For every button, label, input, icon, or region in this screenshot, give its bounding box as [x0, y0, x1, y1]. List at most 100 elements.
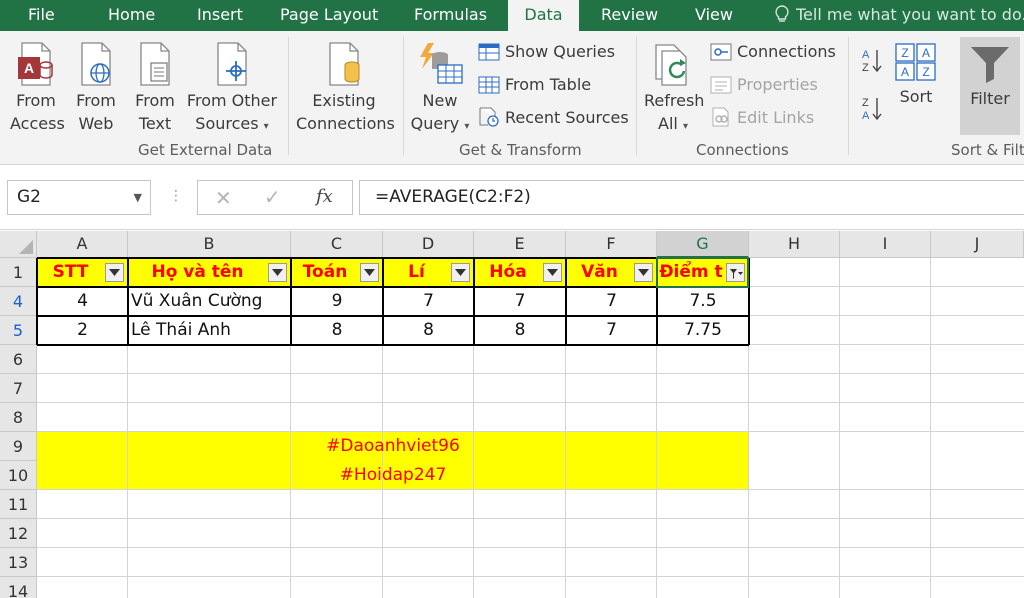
- edit-links-button[interactable]: Edit Links: [710, 106, 814, 130]
- ribbon: A From Access From Web From Text From Ot…: [0, 31, 1024, 165]
- tab-home[interactable]: Home: [108, 0, 155, 31]
- table-header-cell[interactable]: Văn: [566, 258, 633, 287]
- tab-page-layout[interactable]: Page Layout: [280, 0, 378, 31]
- from-other-sources-button[interactable]: From Other Sources ▾: [186, 41, 278, 138]
- banner-text[interactable]: #Daoanhviet96: [37, 432, 749, 461]
- row-header-4[interactable]: 4: [0, 287, 37, 316]
- column-header-g[interactable]: G: [657, 231, 749, 258]
- show-queries-button[interactable]: Show Queries: [478, 40, 615, 64]
- filter-dropdown-icon[interactable]: [634, 263, 653, 282]
- row-header-11[interactable]: 11: [0, 490, 37, 519]
- table-cell[interactable]: 7: [383, 287, 474, 316]
- row-header-12[interactable]: 12: [0, 519, 37, 548]
- table-cell[interactable]: Lê Thái Anh: [131, 316, 291, 345]
- table-cell[interactable]: 8: [291, 316, 383, 345]
- row-header-13[interactable]: 13: [0, 548, 37, 577]
- name-box[interactable]: G2 ▼: [7, 180, 151, 215]
- column-header-c[interactable]: C: [291, 231, 383, 258]
- filter-dropdown-icon[interactable]: [105, 263, 124, 282]
- filter-funnel-icon: [971, 47, 1009, 83]
- table-cell[interactable]: 7.5: [657, 287, 749, 316]
- connections-button[interactable]: Connections: [710, 40, 836, 64]
- column-header-e[interactable]: E: [474, 231, 566, 258]
- refresh-all-button[interactable]: Refresh All ▾: [644, 41, 704, 138]
- insert-function-icon[interactable]: fx: [316, 186, 333, 207]
- table-border: [565, 258, 567, 345]
- lightbulb-icon: [775, 5, 789, 22]
- table-header-cell[interactable]: STT: [37, 258, 104, 287]
- column-header-h[interactable]: H: [749, 231, 840, 258]
- table-cell[interactable]: 2: [37, 316, 128, 345]
- row-header-1[interactable]: 1: [0, 258, 37, 287]
- filter-dropdown-icon[interactable]: [360, 263, 379, 282]
- sort-z-to-a-button[interactable]: Z A: [861, 95, 888, 121]
- table-cell[interactable]: 7: [474, 287, 566, 316]
- text-file-icon: [140, 42, 170, 86]
- row-header-14[interactable]: 14: [0, 577, 37, 598]
- table-header-cell[interactable]: Họ và tên: [128, 258, 267, 287]
- sort-a-to-z-button[interactable]: A Z: [861, 47, 888, 73]
- tell-me-search[interactable]: Tell me what you want to do...: [774, 0, 1024, 31]
- name-box-value: G2: [17, 187, 41, 207]
- table-cell[interactable]: Vũ Xuân Cường: [131, 287, 291, 316]
- from-table-button[interactable]: From Table: [478, 73, 591, 97]
- table-border: [37, 315, 749, 317]
- tab-insert[interactable]: Insert: [197, 0, 243, 31]
- sort-button[interactable]: Z A A Z Sort: [892, 43, 940, 108]
- properties-button[interactable]: Properties: [710, 73, 818, 97]
- svg-text:A: A: [901, 65, 909, 79]
- table-border: [382, 258, 384, 345]
- table-header-cell[interactable]: Lí: [383, 258, 450, 287]
- row-header-10[interactable]: 10: [0, 461, 37, 490]
- column-header-j[interactable]: J: [931, 231, 1024, 258]
- banner-text[interactable]: #Hoidap247: [37, 461, 749, 490]
- row-header-8[interactable]: 8: [0, 403, 37, 432]
- new-query-button[interactable]: New Query ▾: [410, 41, 470, 138]
- group-label-get-transform: Get & Transform: [459, 141, 582, 159]
- formula-bar-splitter-icon[interactable]: ⋮: [169, 188, 183, 204]
- from-web-button[interactable]: From Web: [74, 41, 118, 135]
- row-header-5[interactable]: 5: [0, 316, 37, 345]
- table-header-cell[interactable]: Toán: [291, 258, 359, 287]
- column-header-b[interactable]: B: [128, 231, 291, 258]
- tab-view[interactable]: View: [695, 0, 733, 31]
- filter-dropdown-icon[interactable]: [451, 263, 470, 282]
- tab-review[interactable]: Review: [601, 0, 658, 31]
- enter-check-icon[interactable]: ✓: [264, 185, 281, 209]
- filter-button[interactable]: Filter: [962, 43, 1018, 110]
- table-border: [37, 286, 749, 288]
- column-header-d[interactable]: D: [383, 231, 474, 258]
- existing-connections-button[interactable]: Existing Connections: [296, 41, 395, 135]
- row-header-6[interactable]: 6: [0, 345, 37, 374]
- table-cell[interactable]: 7: [566, 287, 657, 316]
- column-header-i[interactable]: I: [840, 231, 931, 258]
- formula-input[interactable]: =AVERAGE(C2:F2): [359, 180, 1024, 215]
- row-header-7[interactable]: 7: [0, 374, 37, 403]
- tab-file[interactable]: File: [28, 0, 55, 31]
- select-all-corner[interactable]: [0, 231, 37, 258]
- table-cell[interactable]: 7.75: [657, 316, 749, 345]
- access-icon: A: [18, 42, 53, 86]
- from-text-button[interactable]: From Text: [133, 41, 177, 135]
- table-cell[interactable]: 8: [383, 316, 474, 345]
- tab-formulas[interactable]: Formulas: [414, 0, 487, 31]
- worksheet-grid[interactable]: A B C D E F G H I J 1 4 5 6 7 8 9 10 11 12 13 14 STT Họ và tên T…: [0, 231, 1024, 598]
- table-cell[interactable]: 9: [291, 287, 383, 316]
- table-header-cell[interactable]: Hóa: [474, 258, 542, 287]
- from-access-button[interactable]: A From Access: [10, 41, 65, 135]
- chevron-down-icon[interactable]: ▼: [134, 181, 142, 214]
- column-header-a[interactable]: A: [37, 231, 128, 258]
- recent-sources-button[interactable]: Recent Sources: [478, 106, 629, 130]
- row-header-9[interactable]: 9: [0, 432, 37, 461]
- table-border: [37, 257, 749, 259]
- cancel-icon[interactable]: ✕: [215, 186, 232, 210]
- table-cell[interactable]: 8: [474, 316, 566, 345]
- filter-dropdown-icon[interactable]: [543, 263, 562, 282]
- filter-dropdown-icon[interactable]: [268, 263, 287, 282]
- sort-ascending-icon: A Z: [862, 49, 882, 73]
- table-cell[interactable]: 7: [566, 316, 657, 345]
- column-header-f[interactable]: F: [566, 231, 657, 258]
- new-query-icon: [420, 43, 463, 84]
- table-cell[interactable]: 4: [37, 287, 128, 316]
- tab-data[interactable]: Data: [508, 0, 579, 31]
